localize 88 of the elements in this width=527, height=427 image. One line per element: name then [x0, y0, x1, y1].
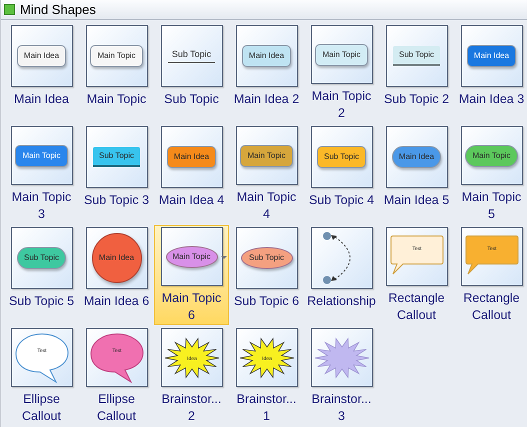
shape-label: Sub Topic 3 [84, 192, 150, 209]
shape-tile[interactable]: Sub Topic [386, 25, 448, 87]
shape-label: Brainstor... 1 [236, 391, 296, 425]
shape-tile[interactable]: Main Topic [310, 25, 372, 84]
shape-item[interactable]: Main Idea Main Idea [4, 23, 79, 123]
shape-tile[interactable]: Sub Topic [160, 25, 222, 87]
shape-item[interactable]: Sub Topic Sub Topic 2 [379, 23, 454, 123]
relationship-drawing [322, 232, 350, 284]
shape-item[interactable]: Main Topic Main Topic 2 [304, 23, 379, 123]
shape-item[interactable]: Main Idea Main Idea 4 [154, 124, 229, 224]
shape-item[interactable]: Sub Topic Sub Topic 4 [304, 124, 379, 224]
topic-node: Main Idea [242, 45, 292, 67]
shape-item[interactable]: Main Topic Main Topic [79, 23, 154, 123]
shape-label: Rectangle Callout [463, 290, 520, 324]
shape-item[interactable]: Sub Topic Sub Topic 6 [229, 225, 304, 325]
shape-label: Rectangle Callout [388, 290, 445, 324]
shape-label: Ellipse Callout [22, 391, 61, 425]
shape-label: Main Idea 5 [384, 192, 450, 209]
topic-node: Main Idea [16, 45, 66, 67]
shape-item[interactable]: Sub Topic Sub Topic [154, 23, 229, 123]
shape-tile[interactable]: Sub Topic [236, 227, 298, 289]
shape-label: Main Idea 3 [458, 91, 524, 108]
shape-tile[interactable] [310, 227, 372, 289]
topic-node: Main Idea [92, 233, 142, 283]
shape-tile[interactable]: Main Topic [160, 227, 222, 286]
shape-item[interactable]: Main Topic Main Topic 3 [4, 124, 79, 224]
shape-item[interactable]: Main Idea Main Idea 2 [229, 23, 304, 123]
shape-item[interactable]: Main Idea Main Idea 3 [454, 23, 527, 123]
shape-label: Relationship [307, 293, 376, 310]
topic-node: Main Topic [90, 45, 143, 67]
topic-node: Sub Topic [93, 147, 140, 167]
shape-label: Sub Topic 6 [234, 293, 300, 310]
shape-item[interactable]: Main Topic Main Topic 5 [454, 124, 527, 224]
shape-tile[interactable]: Sub Topic [86, 126, 148, 188]
shape-label: Brainstor... 3 [312, 391, 372, 425]
shape-label: Ellipse Callout [97, 391, 136, 425]
shape-label: Main Idea 6 [84, 293, 150, 310]
shape-label: Main Topic 5 [462, 189, 522, 223]
topic-node: Sub Topic [317, 146, 366, 168]
shape-tile[interactable]: Main Idea [460, 25, 522, 87]
panel-icon [4, 4, 15, 15]
shape-label: Main Idea [14, 91, 69, 108]
shape-tile[interactable]: Sub Topic [310, 126, 372, 188]
shape-label: Main Topic 4 [236, 189, 296, 223]
topic-node: Sub Topic [393, 46, 440, 66]
shape-item[interactable]: Main Idea Main Idea 5 [379, 124, 454, 224]
panel-title: Mind Shapes [20, 0, 96, 19]
shape-item[interactable]: Main Idea Main Idea 6 [79, 225, 154, 325]
shape-item[interactable]: Sub Topic Sub Topic 5 [4, 225, 79, 325]
shape-label: Main Topic 2 [312, 88, 372, 122]
shape-tile[interactable]: Main Topic [86, 25, 148, 87]
shape-label: Sub Topic 2 [384, 91, 450, 108]
topic-node: Sub Topic [240, 247, 292, 269]
shape-tile[interactable]: Main Idea [10, 25, 72, 87]
shape-label: Main Topic [86, 91, 146, 108]
shape-tile[interactable]: Main Idea [160, 126, 222, 188]
shape-tile[interactable]: Sub Topic [10, 227, 72, 289]
shape-item[interactable]: Main Topic Main Topic 4 [229, 124, 304, 224]
topic-node: Main Idea [466, 45, 516, 67]
shape-label: Main Idea 4 [158, 192, 224, 209]
shape-label: Main Idea 2 [234, 91, 300, 108]
topic-node: Main Topic [166, 246, 218, 268]
topic-node: Main Topic [15, 144, 68, 166]
shape-tile[interactable]: Main Topic [460, 126, 522, 185]
shape-label: Main Topic 3 [12, 189, 72, 223]
shape-label: Sub Topic [164, 91, 219, 108]
topic-node: Main Topic [240, 144, 293, 166]
topic-node: Main Topic [465, 144, 518, 166]
shape-label: Main Topic 6 [162, 290, 222, 324]
topic-node: Main Idea [166, 146, 216, 168]
topic-node: Sub Topic [168, 50, 216, 62]
shape-item[interactable]: Brainstor... 3 [304, 326, 379, 426]
topic-node: Main Idea [392, 146, 442, 168]
shape-label: Sub Topic 5 [8, 293, 74, 310]
shape-tile[interactable]: Main Idea [386, 126, 448, 188]
shape-item[interactable]: Sub Topic Sub Topic 3 [79, 124, 154, 224]
shape-tile[interactable]: Main Idea [86, 227, 148, 289]
caret-icon[interactable] [221, 256, 227, 259]
shape-label: Brainstor... 2 [162, 391, 222, 425]
shape-tile[interactable] [310, 328, 372, 387]
topic-node: Main Topic [315, 44, 368, 66]
shape-tile[interactable]: Main Topic [10, 126, 72, 185]
shape-tile[interactable]: Main Idea [236, 25, 298, 87]
topic-node: Sub Topic [17, 247, 66, 269]
shape-item[interactable]: Main Topic Main Topic 6 [154, 225, 229, 325]
shape-label: Sub Topic 4 [308, 192, 374, 209]
shape-tile[interactable]: Main Topic [236, 126, 298, 185]
shape-item[interactable]: Relationship [304, 225, 379, 325]
